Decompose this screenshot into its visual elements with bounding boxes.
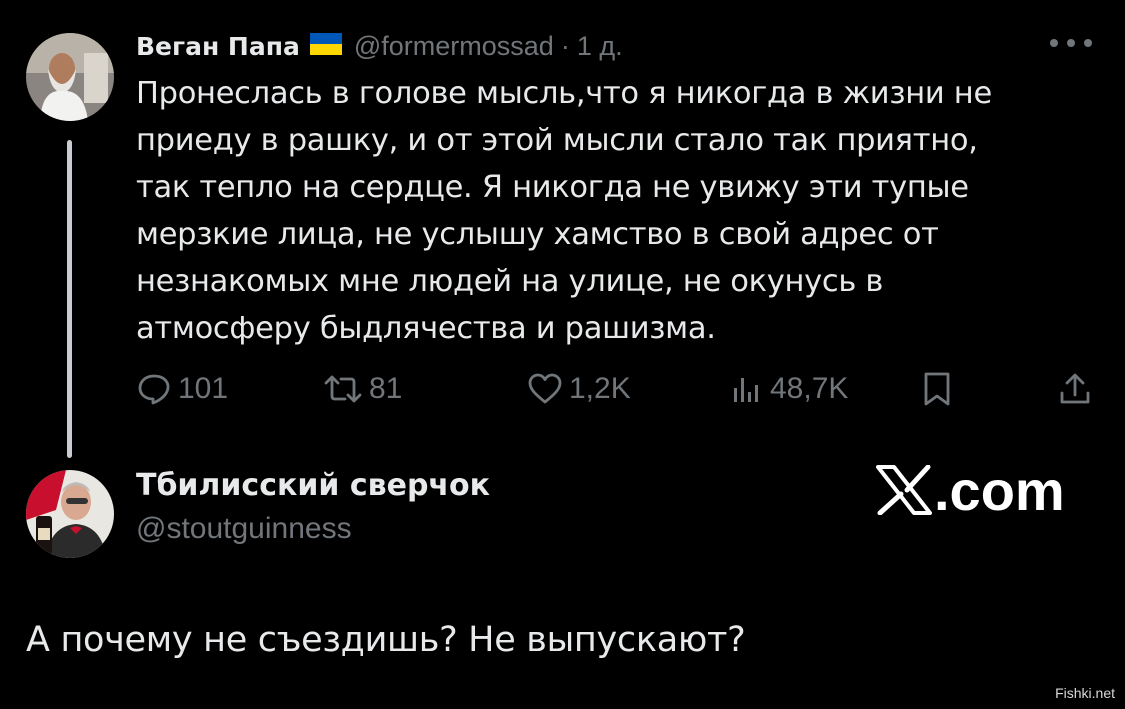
ukraine-flag-icon	[309, 32, 342, 60]
heart-icon	[528, 373, 562, 404]
tweet-text-line: атмосферу быдлячества и рашизма.	[136, 311, 716, 346]
like-count: 1,2K	[569, 372, 631, 405]
more-icon[interactable]	[1046, 30, 1096, 56]
avatar-tbilisi-cricket[interactable]	[26, 470, 114, 558]
tweet-text-line: Пронеслась в голове мысль,что я никогда …	[136, 76, 992, 111]
repost-button[interactable]: 81	[323, 364, 402, 414]
repost-count: 81	[369, 372, 403, 405]
watermark: Fishki.net	[1055, 685, 1115, 701]
tweet-text-line: незнакомых мне людей на улице, не окунус…	[136, 264, 884, 299]
reply-button[interactable]: 101	[136, 364, 228, 414]
reply-count: 101	[178, 372, 229, 405]
bookmark-button[interactable]	[920, 364, 960, 414]
bookmark-icon	[924, 372, 950, 406]
share-button[interactable]	[1058, 364, 1098, 414]
avatar-vegan-papa[interactable]	[26, 33, 114, 121]
like-button[interactable]: 1,2K	[527, 364, 631, 414]
tweet-header: Веган Папа @formermossad · 1 д.	[136, 26, 623, 66]
reply-text: А почему не съездишь? Не выпускают?	[26, 620, 746, 660]
tweet-time[interactable]: 1 д.	[577, 31, 623, 62]
tweet-text-line: так тепло на сердце. Я никогда не увижу …	[136, 170, 969, 205]
x-com-logo: .com	[876, 458, 1065, 522]
reply-author-name[interactable]: Тбилисский сверчок	[136, 468, 490, 503]
author-name[interactable]: Веган Папа	[136, 32, 300, 61]
tweet-text: Пронеслась в голове мысль,что я никогда …	[136, 70, 1096, 352]
share-icon	[1060, 373, 1090, 404]
separator-dot: ·	[560, 30, 570, 61]
author-handle[interactable]: @formermossad	[354, 31, 554, 62]
tweet-actions: 101 81 1,2K 48,7K	[0, 364, 1125, 414]
x-com-logo-text: .com	[934, 458, 1065, 522]
tweet-text-line: приеду в рашку, и от этой мысли стало та…	[136, 123, 978, 158]
views-bar-chart-icon	[734, 378, 758, 402]
reply-author-handle[interactable]: @stoutguinness	[136, 512, 352, 546]
x-logo-icon	[876, 465, 932, 515]
reply-icon	[138, 374, 170, 405]
tweet-text-line: мерзкие лица, не услышу хамство в свой а…	[136, 217, 939, 252]
views-count: 48,7K	[770, 372, 849, 405]
views-button[interactable]: 48,7K	[730, 364, 848, 414]
repost-icon	[324, 375, 362, 403]
